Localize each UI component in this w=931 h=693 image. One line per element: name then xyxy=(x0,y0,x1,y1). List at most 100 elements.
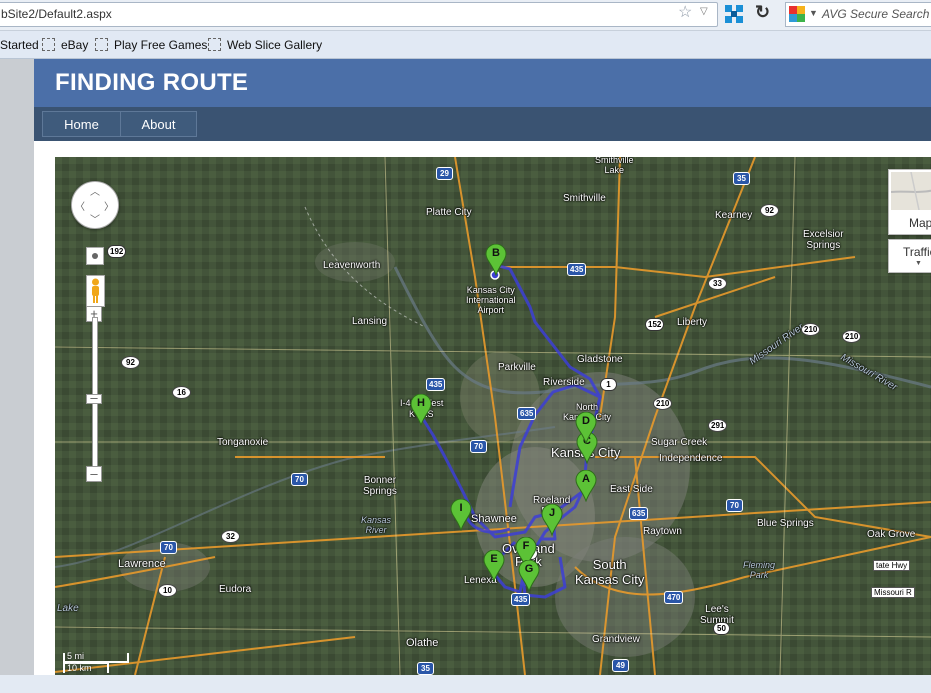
label-raytown: Raytown xyxy=(643,526,682,537)
route-marker-g[interactable]: G xyxy=(518,559,540,593)
highway-shield: 33 xyxy=(708,277,727,290)
street-view-pegman[interactable] xyxy=(86,275,105,307)
map-type-button[interactable]: Map xyxy=(888,169,931,235)
traffic-button[interactable]: Traffic ▼ xyxy=(888,239,931,273)
search-engine-dropdown-icon[interactable]: ▼ xyxy=(809,8,818,18)
label-sugar-creek: Sugar Creek xyxy=(651,437,708,448)
zoom-out-button[interactable]: – xyxy=(86,466,102,482)
highway-shield: 16 xyxy=(172,386,191,399)
highway-shield: 192 xyxy=(107,245,127,258)
address-bar[interactable]: bSite2/Default2.aspx xyxy=(0,2,718,27)
highway-shield: 435 xyxy=(511,593,531,606)
route-marker-e[interactable]: E xyxy=(483,549,505,583)
label-gladstone: Gladstone xyxy=(577,354,623,365)
route-marker-i[interactable]: I xyxy=(450,498,472,532)
pegman-icon xyxy=(92,278,99,303)
site-title: FINDING ROUTE xyxy=(55,69,249,96)
highway-shield: 435 xyxy=(426,378,446,391)
label-east-side: East Side xyxy=(610,484,653,495)
zoom-slider-handle[interactable]: – xyxy=(86,391,102,404)
pan-right-icon[interactable]: 〉 xyxy=(104,198,114,213)
label-parkville: Parkville xyxy=(498,362,536,373)
bookmark-ebay[interactable]: eBay xyxy=(42,38,88,52)
url-dropdown-icon[interactable]: ▽ xyxy=(700,6,708,17)
map-thumbnail xyxy=(890,171,931,211)
pan-up-icon[interactable]: ︿ xyxy=(90,183,100,198)
highway-shield: 29 xyxy=(436,167,453,180)
bookmark-web-slice-gallery[interactable]: Web Slice Gallery xyxy=(208,38,322,52)
highway-shield: 10 xyxy=(158,584,177,597)
highway-shield: 635 xyxy=(517,407,537,420)
map-scale: 5 mi 10 km xyxy=(63,651,129,675)
highway-shield: 92 xyxy=(760,204,779,217)
bookmark-star-icon[interactable]: ☆ xyxy=(678,2,692,22)
highway-shield: 70 xyxy=(160,541,177,554)
label-south-kansas-city: South Kansas City xyxy=(575,557,645,587)
label-eudora: Eudora xyxy=(219,584,252,595)
label-smithville: Smithville xyxy=(563,193,606,204)
highway-shield: 49 xyxy=(612,659,629,672)
route-marker-h[interactable]: H xyxy=(410,393,432,427)
reload-icon[interactable]: ↻ xyxy=(755,2,770,23)
map-thumbnail-roads xyxy=(890,171,931,211)
status-bar xyxy=(0,675,931,693)
label-oak-grove: Oak Grove xyxy=(867,529,916,540)
highway-shield: 1 xyxy=(600,378,617,391)
label-kc-airport: Kansas City International Airport xyxy=(466,285,516,315)
highway-shield: 435 xyxy=(567,263,587,276)
highway-shield: 32 xyxy=(221,530,240,543)
label-lawrence: Lawrence xyxy=(118,558,166,570)
highway-shield: 152 xyxy=(645,318,665,331)
label-liberty: Liberty xyxy=(677,317,708,328)
label-missouri-route: Missouri R xyxy=(871,587,915,598)
bookmark-getting-started[interactable]: Started xyxy=(0,38,39,52)
label-smithville-lake: Smithville Lake xyxy=(595,157,634,175)
page-gutter xyxy=(0,59,34,675)
highway-shield: 50 xyxy=(713,622,730,635)
compatibility-view-icon[interactable] xyxy=(724,4,744,24)
main-nav: Home About xyxy=(34,107,931,141)
bookmark-page-icon xyxy=(42,38,55,51)
pan-down-icon[interactable]: ﹀ xyxy=(90,211,100,226)
route-marker-d[interactable]: D xyxy=(575,411,597,445)
nav-home[interactable]: Home xyxy=(42,111,121,137)
route-map[interactable]: Smithville Lake Smithville Platte City K… xyxy=(55,157,931,675)
highway-shield: 70 xyxy=(291,473,308,486)
route-marker-a[interactable]: A xyxy=(575,469,597,503)
label-kearney: Kearney xyxy=(715,210,753,221)
nav-about[interactable]: About xyxy=(120,111,197,137)
chevron-down-icon: ▼ xyxy=(915,260,922,267)
scale-kilometers: 10 km xyxy=(67,663,92,673)
label-lansing: Lansing xyxy=(352,316,388,327)
label-blue-springs: Blue Springs xyxy=(757,518,814,529)
scale-miles: 5 mi xyxy=(67,651,85,661)
label-excelsior-springs: Excelsior Springs xyxy=(803,229,844,251)
map-type-label: Map xyxy=(909,216,931,230)
highway-shield: 35 xyxy=(417,662,434,675)
bookmark-play-free-games[interactable]: Play Free Games xyxy=(95,38,207,52)
url-text: bSite2/Default2.aspx xyxy=(1,7,112,21)
route-marker-j[interactable]: J xyxy=(541,503,563,537)
label-kansas-river: Kansas River xyxy=(361,515,392,535)
label-olathe: Olathe xyxy=(406,637,439,649)
bookmark-page-icon xyxy=(208,38,221,51)
center-map-button[interactable] xyxy=(86,247,104,265)
site-header: FINDING ROUTE xyxy=(34,59,931,107)
label-state-hwy: tate Hwy xyxy=(873,560,911,571)
pan-control[interactable]: ︿ ﹀ 〈 〉 xyxy=(71,181,119,229)
bookmarks-bar: Started eBay Play Free Games Web Slice G… xyxy=(0,31,931,59)
avg-logo-icon xyxy=(789,6,805,22)
dot-icon xyxy=(92,253,98,259)
label-riverside: Riverside xyxy=(543,377,585,388)
highway-shield: 635 xyxy=(629,507,649,520)
map-imagery xyxy=(55,157,931,675)
browser-toolbar: bSite2/Default2.aspx ☆ ▽ ↻ ▼ AVG Secure … xyxy=(0,0,931,31)
route-marker-b[interactable]: B xyxy=(485,243,507,277)
pan-left-icon[interactable]: 〈 xyxy=(75,198,85,213)
search-box[interactable]: ▼ AVG Secure Search xyxy=(785,2,931,27)
search-placeholder: AVG Secure Search xyxy=(822,7,930,21)
highway-shield: 92 xyxy=(121,356,140,369)
highway-shield: 70 xyxy=(726,499,743,512)
label-platte-city: Platte City xyxy=(426,207,472,218)
traffic-label: Traffic xyxy=(903,245,931,259)
